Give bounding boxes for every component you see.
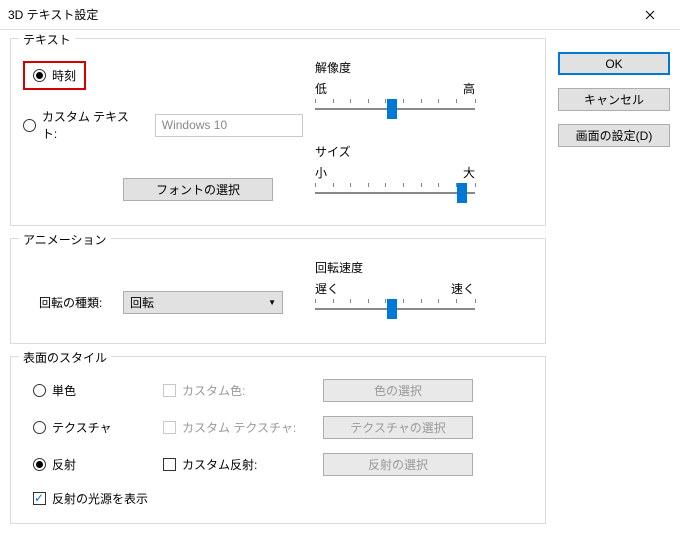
group-surface: 表面のスタイル 単色 カスタム色: 色の選択 — [10, 356, 546, 524]
checkbox-custom-reflection[interactable]: カスタム反射: — [163, 456, 323, 473]
radio-texture[interactable]: テクスチャ — [33, 419, 163, 436]
group-animation-label: アニメーション — [19, 231, 111, 248]
checkbox-icon — [163, 384, 176, 397]
texture-select-button: テクスチャの選択 — [323, 416, 473, 439]
slider-max-label: 高 — [463, 80, 475, 97]
checkbox-icon — [163, 421, 176, 434]
color-select-button: 色の選択 — [323, 379, 473, 402]
radio-reflection[interactable]: 反射 — [33, 456, 163, 473]
slider-size: サイズ 小 大 — [315, 143, 533, 203]
window-title: 3D テキスト設定 — [8, 6, 628, 23]
radio-texture-label: テクスチャ — [52, 419, 112, 436]
group-surface-label: 表面のスタイル — [19, 349, 111, 366]
font-select-button[interactable]: フォントの選択 — [123, 178, 273, 201]
checkbox-show-light-source[interactable]: 反射の光源を表示 — [33, 490, 148, 507]
slider-speed: 回転速度 遅く 速く — [315, 259, 533, 319]
slider-thumb[interactable] — [387, 99, 397, 119]
radio-custom-text[interactable]: カスタム テキスト: — [23, 108, 143, 142]
slider-thumb[interactable] — [387, 299, 397, 319]
radio-icon — [33, 421, 46, 434]
checkbox-custom-texture[interactable]: カスタム テクスチャ: — [163, 419, 323, 436]
slider-max-label: 大 — [463, 164, 475, 181]
checkbox-icon — [163, 458, 176, 471]
cancel-button[interactable]: キャンセル — [558, 88, 670, 111]
slider-size-label: サイズ — [315, 143, 533, 160]
combo-value: 回転 — [130, 294, 268, 311]
chevron-down-icon: ▼ — [268, 298, 276, 307]
checkbox-icon — [33, 492, 46, 505]
radio-icon — [33, 69, 46, 82]
group-animation: アニメーション 回転の種類: 回転 ▼ 回転速度 遅く 速く — [10, 238, 546, 344]
slider-size-track[interactable] — [315, 183, 475, 203]
slider-size-minmax: 小 大 — [315, 164, 475, 181]
slider-thumb[interactable] — [457, 183, 467, 203]
reflection-select-button: 反射の選択 — [323, 453, 473, 476]
rotation-type-label: 回転の種類: — [23, 294, 123, 311]
close-icon — [645, 10, 655, 20]
checkbox-show-source-label: 反射の光源を表示 — [52, 490, 148, 507]
custom-text-input[interactable]: Windows 10 — [155, 114, 303, 137]
slider-min-label: 低 — [315, 80, 327, 97]
slider-resolution: 解像度 低 高 — [315, 59, 533, 119]
radio-icon — [33, 384, 46, 397]
checkbox-custom-texture-label: カスタム テクスチャ: — [182, 419, 296, 436]
slider-max-label: 速く — [451, 280, 475, 297]
slider-speed-track[interactable] — [315, 299, 475, 319]
title-bar: 3D テキスト設定 — [0, 0, 680, 30]
radio-solid-label: 単色 — [52, 382, 76, 399]
ok-button[interactable]: OK — [558, 52, 670, 75]
radio-time[interactable]: 時刻 — [33, 67, 76, 84]
checkbox-custom-color[interactable]: カスタム色: — [163, 382, 323, 399]
checkbox-custom-color-label: カスタム色: — [182, 382, 245, 399]
slider-resolution-track[interactable] — [315, 99, 475, 119]
slider-resolution-minmax: 低 高 — [315, 80, 475, 97]
highlight-time-radio: 時刻 — [23, 61, 86, 90]
radio-icon — [33, 458, 46, 471]
slider-min-label: 遅く — [315, 280, 339, 297]
group-text: テキスト 時刻 カスタム テキスト: — [10, 38, 546, 226]
radio-custom-label: カスタム テキスト: — [42, 108, 143, 142]
rotation-type-combo[interactable]: 回転 ▼ — [123, 291, 283, 314]
radio-icon — [23, 119, 36, 132]
radio-reflection-label: 反射 — [52, 456, 76, 473]
slider-speed-minmax: 遅く 速く — [315, 280, 475, 297]
slider-speed-label: 回転速度 — [315, 259, 533, 276]
radio-time-label: 時刻 — [52, 67, 76, 84]
slider-min-label: 小 — [315, 164, 327, 181]
slider-resolution-label: 解像度 — [315, 59, 533, 76]
radio-solid-color[interactable]: 単色 — [33, 382, 163, 399]
group-text-label: テキスト — [19, 31, 75, 48]
checkbox-custom-reflection-label: カスタム反射: — [182, 456, 257, 473]
close-button[interactable] — [628, 0, 672, 30]
display-settings-button[interactable]: 画面の設定(D) — [558, 124, 670, 147]
